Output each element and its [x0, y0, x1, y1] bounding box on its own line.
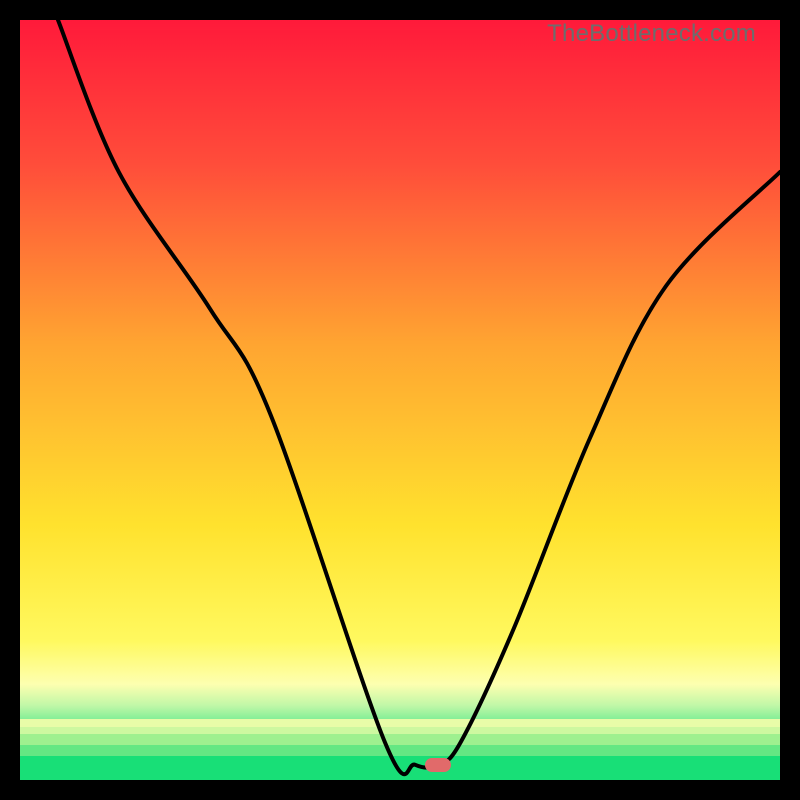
bottleneck-curve — [20, 20, 780, 780]
plot-area: TheBottleneck.com — [20, 20, 780, 780]
optimal-marker — [425, 758, 451, 772]
chart-frame: TheBottleneck.com — [0, 0, 800, 800]
watermark: TheBottleneck.com — [547, 20, 756, 48]
